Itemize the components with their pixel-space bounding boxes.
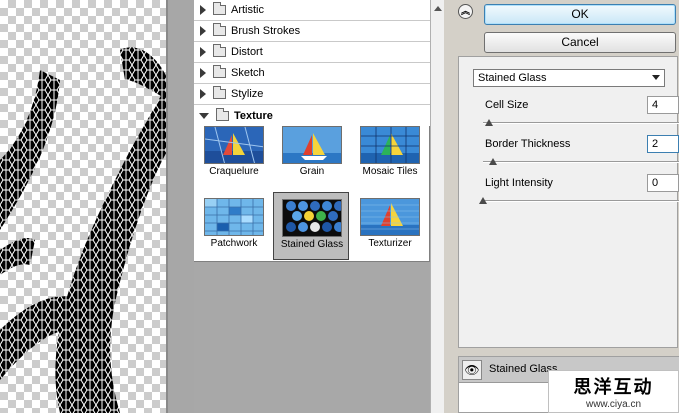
category-stylize[interactable]: Stylize [194,84,430,105]
cell-size-label: Cell Size [485,99,529,111]
cell-size-input[interactable]: 4 [647,96,679,114]
folder-icon [213,65,226,78]
thumb-texturizer[interactable]: Texturizer [352,192,428,260]
filter-settings-panel: ︽ OK Cancel Stained Glass Cell Size 4 Bo… [444,0,679,413]
light-intensity-slider-thumb[interactable] [479,197,487,204]
light-intensity-slider[interactable] [483,200,679,202]
filter-select[interactable]: Stained Glass [473,69,665,87]
border-thickness-input[interactable]: 2 [647,135,679,153]
border-thickness-slider-thumb[interactable] [488,158,497,165]
open-folder-icon [216,107,229,121]
thumb-caption: Grain [299,166,325,177]
collapse-gallery-button[interactable]: ︽ [458,4,473,19]
category-label: Stylize [231,88,264,100]
category-sketch[interactable]: Sketch [194,63,430,84]
border-thickness-label: Border Thickness [485,138,571,150]
preview-canvas[interactable] [0,0,168,413]
craquelure-preview-image [204,126,264,164]
thumb-craquelure[interactable]: Craquelure [196,120,272,188]
patchwork-preview-image [204,198,264,236]
category-distort[interactable]: Distort [194,42,430,63]
stained-glass-preview-art [0,47,168,413]
expand-arrow-icon[interactable] [200,68,206,78]
filter-select-value: Stained Glass [478,72,547,84]
category-brush-strokes[interactable]: Brush Strokes [194,21,430,42]
scroll-up-icon[interactable] [434,6,442,11]
expand-arrow-icon[interactable] [200,5,206,15]
thumb-patchwork[interactable]: Patchwork [196,192,272,260]
category-label: Artistic [231,4,264,16]
thumb-caption: Mosaic Tiles [362,166,418,177]
category-label: Sketch [231,67,265,79]
expand-arrow-icon[interactable] [200,89,206,99]
category-label: Brush Strokes [231,25,301,37]
thumb-stained-glass[interactable]: Stained Glass [273,192,349,260]
filter-gallery: Artistic Brush Strokes Distort Sketch St… [194,0,430,413]
stained-glass-preview-image [282,199,342,237]
light-intensity-input[interactable]: 0 [647,174,679,192]
border-thickness-slider[interactable] [483,161,679,163]
folder-icon [213,86,226,99]
filter-category-list: Artistic Brush Strokes Distort Sketch St… [194,0,430,262]
filter-options-panel: Stained Glass Cell Size 4 Border Thickne… [458,56,679,348]
category-artistic[interactable]: Artistic [194,0,430,21]
thumb-caption: Stained Glass [280,239,344,250]
eye-icon[interactable]: 👁 [462,360,482,380]
watermark-url: www.ciya.cn [585,399,641,410]
cancel-button[interactable]: Cancel [484,32,676,53]
light-intensity-label: Light Intensity [485,177,553,189]
watermark-logo: 思洋互动 www.ciya.cn [548,370,679,413]
gallery-scrollbar[interactable] [430,0,444,413]
dropdown-arrow-icon [652,75,660,80]
folder-icon [213,23,226,36]
folder-icon [213,44,226,57]
folder-icon [213,2,226,15]
thumb-caption: Texturizer [368,238,412,249]
thumb-mosaic-tiles[interactable]: Mosaic Tiles [352,120,428,188]
cell-size-slider-thumb[interactable] [484,119,493,126]
double-chevron-up-icon: ︽ [460,6,470,16]
texturizer-preview-image [360,198,420,236]
thumb-grain[interactable]: Grain [274,120,350,188]
watermark-title: 思洋互动 [573,377,654,398]
collapse-arrow-icon[interactable] [199,112,209,119]
grain-preview-image [282,126,342,164]
thumb-caption: Patchwork [210,238,258,249]
thumb-caption: Craquelure [209,166,259,177]
mosaic-tiles-preview-image [360,126,420,164]
expand-arrow-icon[interactable] [200,47,206,57]
ok-button[interactable]: OK [484,4,676,25]
cell-size-slider[interactable] [483,122,679,124]
preview-gutter [166,0,194,413]
expand-arrow-icon[interactable] [200,26,206,36]
category-label: Distort [231,46,263,58]
